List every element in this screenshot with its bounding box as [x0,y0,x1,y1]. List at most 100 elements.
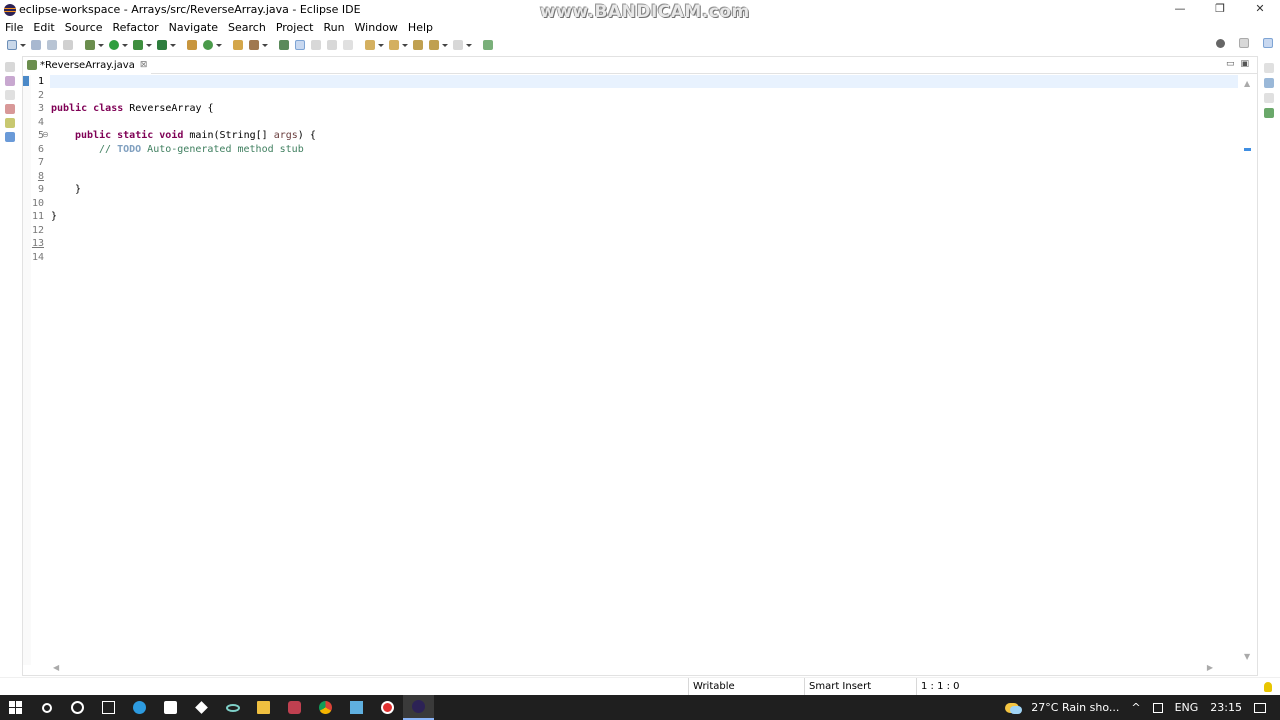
maximize-button[interactable]: ❐ [1200,0,1240,19]
back-dropdown-icon[interactable] [442,43,448,47]
weather-text[interactable]: 27°C Rain sho... [1031,701,1119,714]
console-icon[interactable] [5,132,15,142]
taskbar-bandicam[interactable] [372,695,403,720]
menu-search[interactable]: Search [223,21,271,34]
cortana-button[interactable] [62,695,93,720]
task-view-button[interactable] [93,695,124,720]
code-area[interactable]: 1 2 3 4 5 ⊖ 6 7 8 9 10 11 12 13 14 publi… [23,75,1239,665]
code-line-method-close[interactable]: } [75,183,81,196]
back-icon[interactable] [429,40,439,50]
minimize-editor-icon[interactable]: ▭ [1226,59,1235,69]
code-line-class-decl[interactable]: public class ReverseArray { [51,102,214,115]
task-list-icon[interactable] [1264,108,1274,118]
next-annotation-dropdown-icon[interactable] [378,43,384,47]
line-number-ruler[interactable]: 1 2 3 4 5 ⊖ 6 7 8 9 10 11 12 13 14 [23,75,50,665]
tab-reverse-array[interactable]: *ReverseArray.java ⊠ [23,56,152,74]
open-type-icon[interactable] [233,40,243,50]
search-dropdown-icon[interactable] [262,43,268,47]
restore-right-lower-icon[interactable] [1264,93,1274,103]
show-hidden-icons-chevron-icon[interactable]: ^ [1131,701,1140,714]
taskbar-notes[interactable] [341,695,372,720]
taskbar-eclipse[interactable] [403,695,434,720]
next-annotation-icon[interactable] [365,40,375,50]
menu-edit[interactable]: Edit [28,21,59,34]
menu-file[interactable]: File [0,21,28,34]
overview-ruler[interactable]: ▲ ▼ [1238,75,1257,665]
annotation-ruler[interactable] [23,75,31,665]
last-edit-location-icon[interactable] [413,40,423,50]
occurrence-marker[interactable] [1244,148,1251,151]
java-perspective-icon[interactable] [1263,38,1273,48]
save-all-icon[interactable] [47,40,57,50]
code-line-main-decl[interactable]: public static void main(String[] args) { [75,129,316,142]
taskbar-edge[interactable] [124,695,155,720]
menu-source[interactable]: Source [60,21,108,34]
notifications-icon[interactable] [1254,702,1266,713]
problems-icon[interactable] [5,104,15,114]
scroll-down-icon[interactable]: ▼ [1244,652,1250,661]
coverage-icon[interactable] [133,40,143,50]
taskbar-search[interactable] [31,695,62,720]
taskbar-media[interactable] [279,695,310,720]
scroll-left-icon[interactable]: ◀ [53,663,59,672]
previous-annotation-icon[interactable] [389,40,399,50]
word-wrap-icon[interactable] [311,40,321,50]
menu-refactor[interactable]: Refactor [108,21,164,34]
scroll-right-icon[interactable]: ▶ [1207,663,1213,672]
new-icon[interactable] [7,40,17,50]
close-tab-icon[interactable]: ⊠ [140,60,148,70]
package-explorer-icon[interactable] [5,76,15,86]
run-dropdown-icon[interactable] [122,43,128,47]
new-java-package-icon[interactable] [187,40,197,50]
search-icon[interactable] [1216,38,1225,48]
forward-icon[interactable] [453,40,463,50]
new-class-dropdown-icon[interactable] [216,43,222,47]
code-line-class-close[interactable]: } [51,210,57,223]
fold-collapse-icon[interactable]: ⊖ [42,130,49,139]
new-java-class-icon[interactable] [203,40,213,50]
menu-run[interactable]: Run [318,21,349,34]
debug-dropdown-icon[interactable] [98,43,104,47]
language-indicator[interactable]: ENG [1175,701,1199,714]
menu-project[interactable]: Project [271,21,319,34]
horizontal-scrollbar[interactable]: ◀ ▶ [31,663,1227,675]
new-dropdown-icon[interactable] [20,43,26,47]
menu-window[interactable]: Window [350,21,403,34]
javadoc-icon[interactable] [5,118,15,128]
insert-mode-status[interactable]: Smart Insert [804,678,916,695]
previous-annotation-dropdown-icon[interactable] [402,43,408,47]
external-tools-icon[interactable] [157,40,167,50]
taskbar-file-explorer[interactable] [248,695,279,720]
maximize-editor-icon[interactable]: ▣ [1240,59,1249,69]
cursor-position-status[interactable]: 1 : 1 : 0 [916,678,1026,695]
search-tool-icon[interactable] [249,40,259,50]
restore-right-icon[interactable] [1264,63,1274,73]
show-whitespace-icon[interactable] [343,40,353,50]
restore-icon[interactable] [5,62,15,72]
restore-lower-icon[interactable] [5,90,15,100]
menu-navigate[interactable]: Navigate [164,21,223,34]
coverage-dropdown-icon[interactable] [146,43,152,47]
code-line-todo-comment[interactable]: // TODO Auto-generated method stub [99,143,304,156]
forward-dropdown-icon[interactable] [466,43,472,47]
save-icon[interactable] [31,40,41,50]
close-button[interactable]: ✕ [1240,0,1280,19]
lightbulb-icon[interactable] [1264,682,1272,692]
debug-icon[interactable] [85,40,95,50]
run-icon[interactable] [109,40,119,50]
taskbar-dropbox[interactable] [186,695,217,720]
external-tools-dropdown-icon[interactable] [170,43,176,47]
taskbar-chrome[interactable] [310,695,341,720]
terminal-icon[interactable] [63,40,73,50]
clock[interactable]: 23:15 [1210,701,1242,714]
outline-icon[interactable] [1264,78,1274,88]
scroll-up-icon[interactable]: ▲ [1244,79,1250,88]
network-icon[interactable] [1152,702,1163,713]
taskbar-store[interactable] [155,695,186,720]
open-perspective-icon[interactable] [1239,38,1249,48]
start-button[interactable] [0,695,31,720]
pin-editor-icon[interactable] [483,40,493,50]
block-selection-icon[interactable] [327,40,337,50]
minimize-button[interactable]: — [1160,0,1200,19]
menu-help[interactable]: Help [403,21,438,34]
